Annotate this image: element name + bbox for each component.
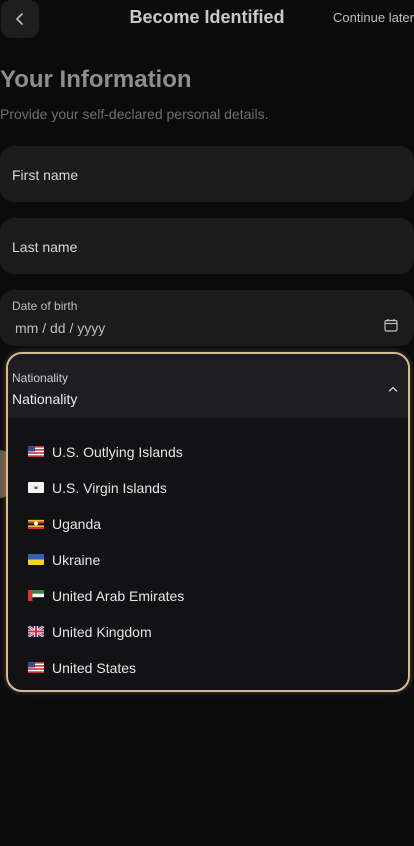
continue-later-link[interactable]: Continue later — [333, 10, 414, 25]
uganda-flag-icon — [28, 518, 44, 529]
top-bar: Become Identified Continue later — [0, 0, 414, 40]
usvi-flag-icon — [28, 482, 44, 493]
section-subtitle: Provide your self-declared personal deta… — [0, 106, 269, 122]
nationality-option-label: Ukraine — [52, 552, 101, 568]
last-name-placeholder: Last name — [12, 239, 78, 255]
chevron-up-icon[interactable] — [388, 385, 398, 393]
nationality-select[interactable]: Nationality Nationality U.S. Outlying Is… — [6, 352, 410, 692]
nationality-option[interactable]: U.S. Outlying Islands — [8, 434, 408, 470]
nationality-option-label: Uganda — [52, 516, 102, 532]
nationality-option[interactable]: Ukraine — [8, 542, 408, 578]
nationality-option[interactable]: United Kingdom — [8, 614, 408, 650]
back-button[interactable] — [1, 0, 39, 38]
section-title: Your Information — [0, 66, 192, 93]
us-flag-icon — [28, 662, 44, 673]
uk-flag-icon — [28, 626, 44, 637]
nationality-select-header[interactable]: Nationality Nationality — [8, 354, 408, 418]
first-name-placeholder: First name — [12, 167, 79, 183]
nationality-label: Nationality — [12, 371, 69, 385]
date-of-birth-input[interactable]: mm / dd / yyyy — [15, 320, 105, 336]
date-of-birth-field[interactable]: Date of birth mm / dd / yyyy — [0, 290, 414, 346]
nationality-option-label: U.S. Virgin Islands — [52, 480, 167, 496]
nationality-option[interactable]: Uganda — [8, 506, 408, 542]
nationality-option[interactable]: United States — [8, 650, 408, 686]
nationality-selected-value: Nationality — [12, 391, 78, 407]
calendar-icon[interactable] — [384, 318, 398, 332]
first-name-field[interactable]: First name — [0, 146, 414, 202]
chevron-left-icon — [16, 13, 23, 25]
nationality-option-label: United Arab Emirates — [52, 588, 185, 604]
ukraine-flag-icon — [28, 554, 44, 565]
uae-flag-icon — [28, 590, 44, 601]
nationality-option-label: United States — [52, 660, 137, 676]
us-flag-icon — [28, 446, 44, 457]
nationality-option[interactable]: United Arab Emirates — [8, 578, 408, 614]
date-of-birth-label: Date of birth — [12, 299, 78, 313]
nationality-option-label: U.S. Outlying Islands — [52, 444, 183, 460]
nationality-option-label: United Kingdom — [52, 624, 152, 640]
nationality-option[interactable]: U.S. Virgin Islands — [8, 470, 408, 506]
last-name-field[interactable]: Last name — [0, 218, 414, 274]
